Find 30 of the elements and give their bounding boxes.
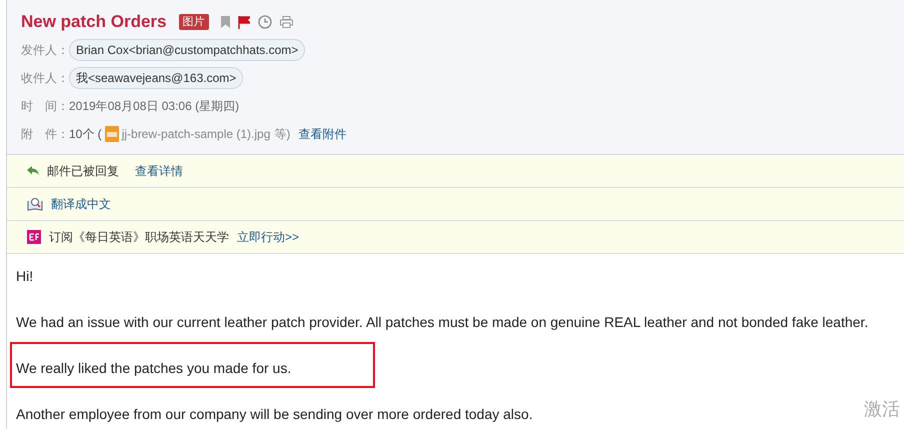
print-icon[interactable]: [280, 16, 292, 28]
activation-watermark: 激活: [864, 398, 900, 420]
bookmark-icon[interactable]: [220, 16, 230, 28]
field-value: 2019年08月08日 03:06 (星期四): [69, 98, 240, 115]
field-label: 附 件：: [21, 126, 69, 143]
attachment-suffix: 等): [274, 126, 290, 143]
reply-arrow-icon: [27, 166, 39, 176]
notice-link[interactable]: 翻译成中文: [51, 195, 111, 213]
field-label: 收件人：: [21, 70, 69, 87]
notice-link[interactable]: 查看详情: [135, 162, 183, 180]
notice-text: 订阅《每日英语》职场英语天天学: [49, 229, 229, 246]
notice-text: 邮件已被回复: [47, 163, 119, 180]
field-label: 时 间：: [21, 98, 69, 115]
book-magnifier-icon: [27, 197, 43, 211]
contact-chip[interactable]: 我<seawavejeans@163.com>: [69, 67, 244, 89]
view-attachments-link[interactable]: 查看附件: [298, 125, 346, 143]
notice-link[interactable]: 立即行动>>: [237, 228, 300, 246]
email-subject: New patch Orders: [21, 11, 166, 34]
contact-chip[interactable]: Brian Cox<brian@custompatchhats.com>: [69, 39, 306, 61]
jpg-file-icon: [104, 126, 119, 142]
body-paragraph: Hi!: [16, 267, 34, 286]
field-label: 发件人：: [21, 42, 69, 59]
attachment-count: 10个 (: [69, 126, 102, 143]
body-paragraph: We had an issue with our current leather patch provider. All patches must be made on genuine REAL leather and not bonded fake leather.: [16, 313, 868, 332]
clock-icon[interactable]: [258, 15, 272, 29]
body-paragraph: We really liked the patches you made for us.: [16, 359, 292, 378]
flag-icon[interactable]: [238, 16, 250, 28]
image-tag: 图片: [178, 14, 208, 30]
ef-logo-icon: [27, 230, 41, 244]
body-paragraph: Another employee from our company will be sending over more ordered today also.: [16, 405, 533, 424]
